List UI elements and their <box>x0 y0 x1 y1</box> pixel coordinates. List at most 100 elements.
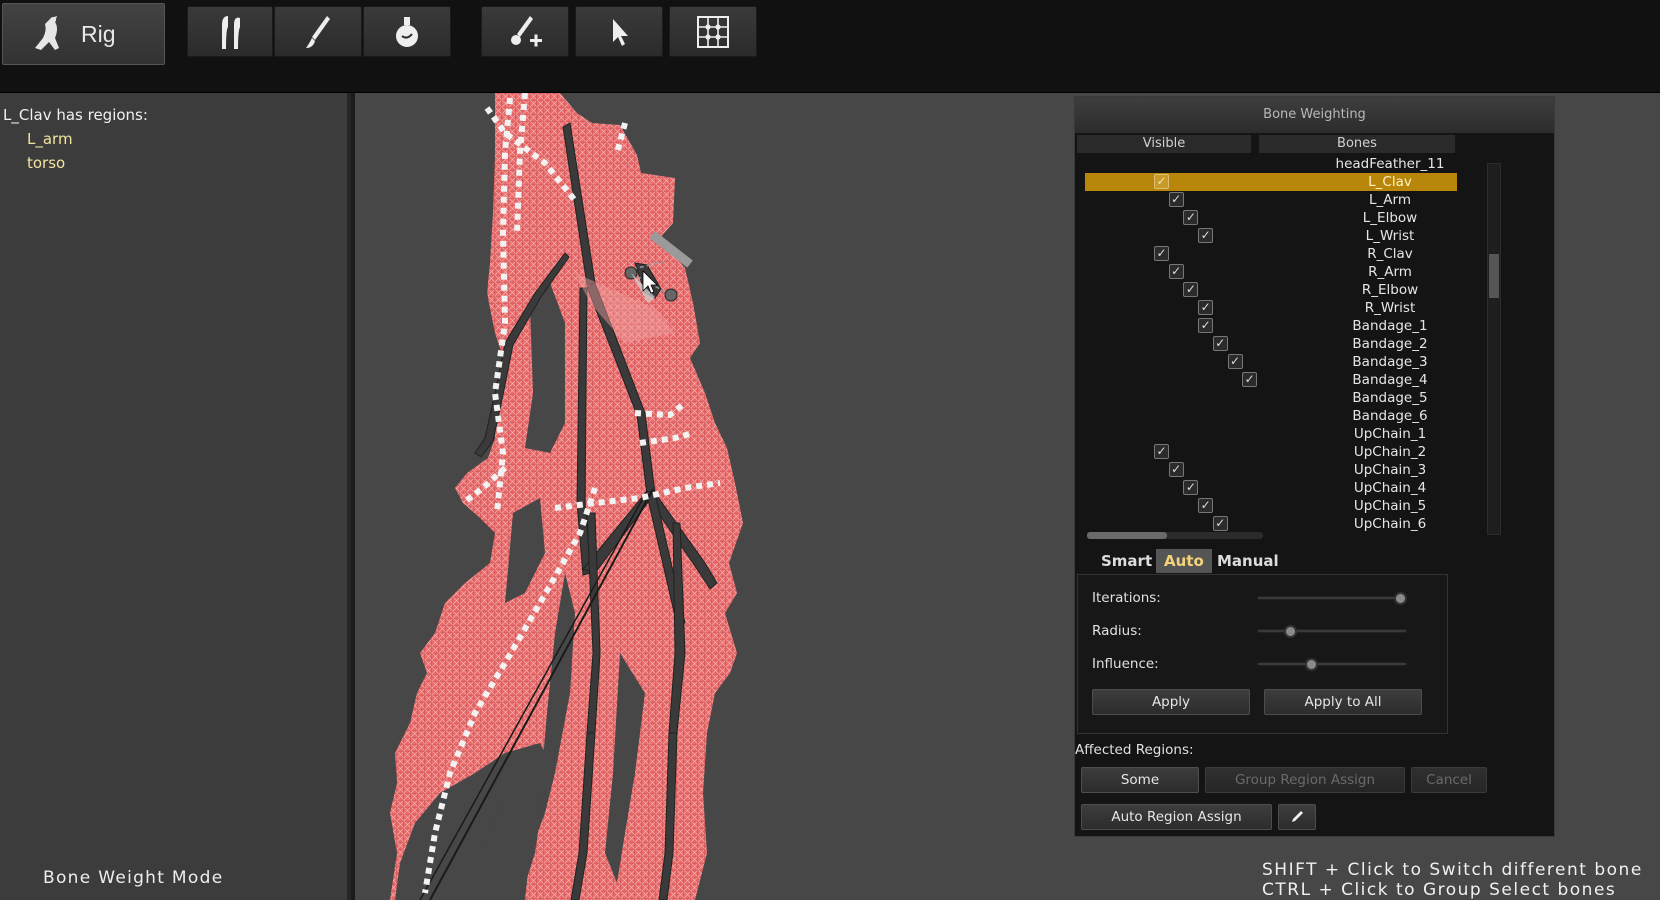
visible-checkbox[interactable]: ✓ <box>1183 210 1199 225</box>
apply-button[interactable]: Apply <box>1092 689 1250 715</box>
visible-checkbox[interactable]: ✓ <box>1168 192 1184 207</box>
bone-row[interactable]: ✓ L_Arm <box>1085 191 1457 209</box>
visible-checkbox[interactable]: ✓ <box>1154 174 1169 189</box>
radius-slider[interactable] <box>1257 625 1407 638</box>
bones-icon <box>214 13 246 51</box>
visible-checkbox[interactable]: ✓ <box>1212 516 1228 531</box>
bone-row[interactable]: ✓ UpChain_4 <box>1085 479 1457 497</box>
grid-icon <box>696 15 730 49</box>
slider-knob[interactable] <box>1394 592 1407 605</box>
visible-checkbox[interactable]: ✓ <box>1183 282 1199 297</box>
bone-row[interactable]: ✓ L_Elbow <box>1085 209 1457 227</box>
radius-label: Radius: <box>1092 623 1142 639</box>
rig-button[interactable]: Rig <box>2 3 165 65</box>
bone-row[interactable]: Bandage_6 <box>1085 407 1457 425</box>
slider-knob[interactable] <box>1284 625 1298 638</box>
bone-row[interactable]: ✓ Bandage_1 <box>1085 317 1457 335</box>
visible-checkbox[interactable]: ✓ <box>1168 462 1184 477</box>
bone-row[interactable]: ✓ UpChain_6 <box>1085 515 1457 533</box>
region-info-panel: L_Clav has regions: L_arm torso Bone Wei… <box>0 93 351 900</box>
bone-name: Bandage_1 <box>1352 318 1428 334</box>
region-title: L_Clav has regions: <box>3 106 148 124</box>
bone-row[interactable]: ✓ R_Elbow <box>1085 281 1457 299</box>
visible-column-header[interactable]: Visible <box>1077 135 1251 153</box>
bone-row[interactable]: Bandage_5 <box>1085 389 1457 407</box>
tab-manual[interactable]: Manual <box>1209 549 1287 573</box>
bone-row[interactable]: ✓ Bandage_2 <box>1085 335 1457 353</box>
bone-row[interactable]: ✓ UpChain_2 <box>1085 443 1457 461</box>
visible-checkbox[interactable]: ✓ <box>1212 336 1228 351</box>
horizontal-scroll-thumb[interactable] <box>1087 532 1167 539</box>
auto-region-assign-button[interactable]: Auto Region Assign <box>1081 804 1272 830</box>
bone-row[interactable]: ✓ Bandage_3 <box>1085 353 1457 371</box>
visible-checkbox[interactable]: ✓ <box>1198 498 1214 513</box>
panel-title: Bone Weighting <box>1075 97 1554 133</box>
influence-slider[interactable] <box>1257 658 1407 671</box>
keyboard-hint: SHIFT + Click to Switch different bone C… <box>1262 860 1643 900</box>
bone-name: L_Arm <box>1369 192 1411 208</box>
bone-row[interactable]: ✓ R_Arm <box>1085 263 1457 281</box>
tab-auto[interactable]: Auto <box>1156 549 1212 573</box>
bone-row[interactable]: ✓ UpChain_5 <box>1085 497 1457 515</box>
vertical-scroll-thumb[interactable] <box>1489 254 1499 298</box>
visible-checkbox[interactable]: ✓ <box>1242 372 1258 387</box>
visible-checkbox[interactable]: ✓ <box>1168 264 1184 279</box>
iterations-slider[interactable] <box>1257 592 1407 605</box>
slider-knob[interactable] <box>1304 658 1318 671</box>
bone-name: R_Elbow <box>1361 282 1419 298</box>
bone-row[interactable]: ✓ Bandage_4 <box>1085 371 1457 389</box>
bone-row[interactable]: UpChain_1 <box>1085 425 1457 443</box>
bone-name: L_Wrist <box>1365 228 1415 244</box>
grid-tool-button[interactable] <box>669 6 757 57</box>
visible-checkbox[interactable]: ✓ <box>1198 300 1214 315</box>
visible-checkbox[interactable]: ✓ <box>1183 480 1199 495</box>
mesh-body <box>390 93 743 900</box>
cancel-button[interactable]: Cancel <box>1411 767 1487 793</box>
add-bone-button[interactable] <box>481 6 569 57</box>
bone-name: UpChain_2 <box>1353 444 1427 460</box>
bone-list-horizontal-scrollbar[interactable] <box>1087 532 1263 539</box>
auto-tab-body: Iterations: Radius: Influence: Apply App… <box>1077 574 1448 734</box>
tab-smart[interactable]: Smart <box>1093 549 1160 573</box>
top-toolbar: Rig <box>0 0 1660 93</box>
iterations-label: Iterations: <box>1092 590 1161 606</box>
add-bone-icon <box>506 13 544 51</box>
visible-checkbox[interactable]: ✓ <box>1154 444 1169 459</box>
bone-row[interactable]: ✓ UpChain_3 <box>1085 461 1457 479</box>
bone-name: Bandage_6 <box>1352 408 1428 424</box>
bone-row[interactable]: ✓ L_Wrist <box>1085 227 1457 245</box>
affected-regions-label: Affected Regions: <box>1075 742 1194 758</box>
bone-name: headFeather_11 <box>1335 156 1445 172</box>
bone-name: UpChain_3 <box>1353 462 1427 478</box>
bone-row[interactable]: headFeather_11 <box>1085 155 1457 173</box>
bone-row[interactable]: ✓ R_Wrist <box>1085 299 1457 317</box>
visible-checkbox[interactable]: ✓ <box>1227 354 1243 369</box>
bone-name: Bandage_2 <box>1352 336 1428 352</box>
bone-name: R_Clav <box>1367 246 1413 262</box>
brush-mode-button[interactable] <box>274 6 362 57</box>
region-item[interactable]: torso <box>27 154 65 172</box>
bone-row[interactable]: ✓ R_Clav <box>1085 245 1457 263</box>
bone-name: UpChain_1 <box>1353 426 1427 442</box>
visible-checkbox[interactable]: ✓ <box>1198 228 1214 243</box>
apply-to-all-button[interactable]: Apply to All <box>1264 689 1422 715</box>
bone-row[interactable]: ✓ L_Clav <box>1085 173 1457 191</box>
select-tool-button[interactable] <box>575 6 663 57</box>
weight-flask-icon <box>392 14 422 50</box>
visible-checkbox[interactable]: ✓ <box>1154 246 1169 261</box>
bone-name: R_Wrist <box>1364 300 1416 316</box>
visible-checkbox[interactable]: ✓ <box>1198 318 1214 333</box>
rig-figure-icon <box>31 14 69 54</box>
region-item[interactable]: L_arm <box>27 130 73 148</box>
bone-list-vertical-scrollbar[interactable] <box>1487 163 1501 535</box>
some-button[interactable]: Some <box>1081 767 1199 793</box>
weight-mode-button[interactable] <box>363 6 451 57</box>
bone-name: R_Arm <box>1368 264 1412 280</box>
bones-mode-button[interactable] <box>187 6 273 57</box>
bone-weighting-panel: Bone Weighting Visible Bones headFeather… <box>1074 96 1555 837</box>
bones-column-header[interactable]: Bones <box>1259 135 1455 153</box>
bone-list: headFeather_11 ✓ L_Clav ✓ L_Arm ✓ L_Elbow ✓ L_Wr… <box>1085 155 1475 535</box>
group-region-assign-button[interactable]: Group Region Assign <box>1205 767 1405 793</box>
edit-region-button[interactable] <box>1278 804 1316 830</box>
bone-name: Bandage_4 <box>1352 372 1428 388</box>
